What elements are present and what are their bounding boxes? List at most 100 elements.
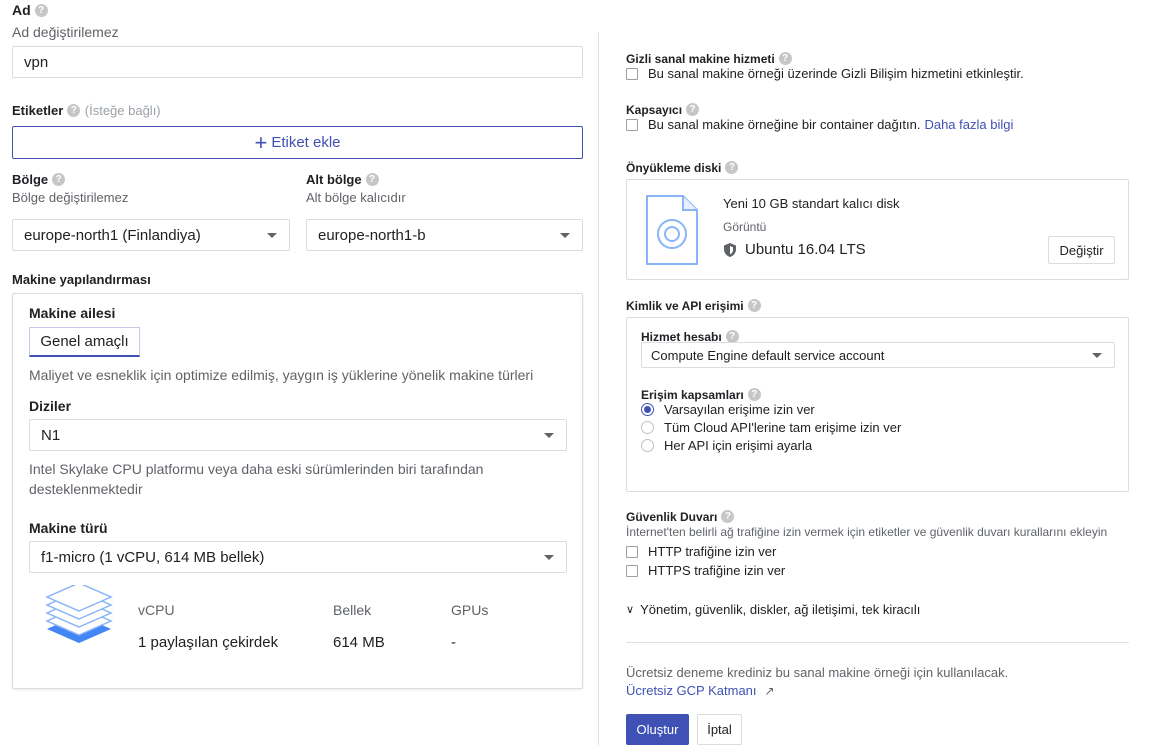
cancel-button[interactable]: İptal [697,714,742,745]
machine-type-select[interactable]: f1-micro (1 vCPU, 614 MB bellek) [29,541,567,573]
help-icon[interactable]: ? [747,388,761,402]
zone-select[interactable]: europe-north1-b [306,219,583,251]
add-label-button[interactable]: + Etiket ekle [12,126,583,159]
double-chevron-down-icon: ∨ [626,604,635,616]
scope-option-label: Tüm Cloud API'lerine tam erişime izin ve… [664,420,902,435]
disk-file-icon [646,195,698,265]
name-input[interactable]: vpn [12,46,583,78]
machine-stack-icon [45,585,113,643]
machine-family-desc: Maliyet ve esneklik için optimize edilmi… [29,367,534,383]
region-label: Bölge? [12,171,66,189]
create-button-label: Oluştur [636,722,679,737]
series-desc-line1: Intel Skylake CPU platformu veya daha es… [29,461,484,477]
add-label-text: Etiket ekle [271,134,341,151]
series-select[interactable]: N1 [29,419,567,451]
machine-type-value: f1-micro (1 vCPU, 614 MB bellek) [41,548,265,566]
container-checkbox-label: Bu sanal makine örneğine bir container d… [648,117,921,132]
firewall-desc: İnternet'ten belirli ağ trafiğine izin v… [626,525,1108,539]
memory-value: 614 MB [333,634,385,651]
free-tier-link-label: Ücretsiz GCP Katmanı [626,683,757,698]
memory-header: Bellek [333,602,372,618]
help-icon[interactable]: ? [725,161,739,175]
scope-option[interactable]: Varsayılan erişime izin ver [641,402,815,417]
help-icon[interactable]: ? [747,299,761,313]
free-trial-text: Ücretsiz deneme krediniz bu sanal makine… [626,665,1009,680]
name-label: Ad? [12,2,48,20]
help-icon[interactable]: ? [52,173,66,187]
learn-more-link[interactable]: Daha fazla bilgi [924,117,1013,132]
labels-label: Etiketler? (İsteğe bağlı) [12,103,161,118]
series-label: Diziler [29,398,72,414]
image-row: Ubuntu 16.04 LTS [723,241,866,258]
free-tier-link[interactable]: Ücretsiz GCP Katmanı ↗ [626,683,775,698]
identity-card: Hizmet hesabı? Compute Engine default se… [626,317,1129,492]
help-icon[interactable]: ? [686,103,700,117]
shield-icon [724,242,736,257]
zone-label: Alt bölge? [306,171,379,189]
image-value: Ubuntu 16.04 LTS [745,241,866,258]
boot-disk-label: Önyükleme diski? [626,159,739,177]
advanced-options-link[interactable]: ∨ Yönetim, güvenlik, diskler, ağ iletişi… [626,602,920,617]
help-icon[interactable]: ? [365,173,379,187]
scope-option[interactable]: Her API için erişimi ayarla [641,438,812,453]
series-value: N1 [41,426,61,444]
vcpu-value: 1 paylaşılan çekirdek [138,634,279,651]
external-link-icon: ↗ [764,683,775,698]
change-button-label: Değiştir [1059,242,1104,258]
scope-radio[interactable] [641,403,654,416]
help-icon[interactable]: ? [778,52,792,66]
tab-general-purpose[interactable]: Genel amaçlı [29,327,140,357]
column-divider [598,32,599,745]
region-select[interactable]: europe-north1 (Finlandiya) [12,219,290,251]
scope-radio[interactable] [641,421,654,434]
scope-option[interactable]: Tüm Cloud API'lerine tam erişime izin ve… [641,420,901,435]
divider [626,642,1129,643]
tab-general-purpose-label: Genel amaçlı [40,333,129,350]
machine-family-label: Makine ailesi [29,305,116,321]
zone-value: europe-north1-b [318,226,426,244]
dropdown-arrow-icon [544,554,554,560]
machine-config-title: Makine yapılandırması [12,272,151,287]
name-value: vpn [24,53,49,71]
container-checkbox-row[interactable]: Bu sanal makine örneğine bir container d… [626,117,1013,132]
http-checkbox-row[interactable]: HTTP trafiğine izin ver [626,544,776,559]
help-icon[interactable]: ? [67,104,81,118]
dropdown-arrow-icon [560,232,570,238]
advanced-options-label: Yönetim, güvenlik, diskler, ağ iletişimi… [640,602,921,617]
service-account-value: Compute Engine default service account [651,347,885,363]
image-label: Görüntü [723,220,767,234]
series-desc: Intel Skylake CPU platformu veya daha es… [29,459,483,499]
region-sublabel: Bölge değiştirilemez [12,190,129,205]
dropdown-arrow-icon [1092,352,1102,358]
gpus-header: GPUs [451,602,489,618]
change-button[interactable]: Değiştir [1048,236,1115,264]
vcpu-header: vCPU [138,602,175,618]
confidential-checkbox-row[interactable]: Bu sanal makine örneği üzerinde Gizli Bi… [626,66,1024,81]
dropdown-arrow-icon [544,432,554,438]
scope-option-label: Her API için erişimi ayarla [664,438,813,453]
machine-type-label: Makine türü [29,520,108,536]
https-checkbox-label: HTTPS trafiğine izin ver [648,563,786,578]
http-checkbox[interactable] [626,545,638,558]
optional-text: (İsteğe bağlı) [84,103,161,118]
container-checkbox[interactable] [626,118,638,131]
help-icon[interactable]: ? [34,4,48,18]
boot-disk-card: Yeni 10 GB standart kalıcı disk Görüntü … [626,179,1129,280]
scope-option-label: Varsayılan erişime izin ver [664,402,815,417]
identity-label: Kimlik ve API erişimi? [626,297,761,315]
create-button[interactable]: Oluştur [626,714,689,745]
machine-config-panel: Makine ailesi Genel amaçlı Maliyet ve es… [12,293,583,689]
help-icon[interactable]: ? [721,510,735,524]
firewall-label: Güvenlik Duvarı? [626,508,735,526]
region-value: europe-north1 (Finlandiya) [24,226,201,244]
confidential-checkbox[interactable] [626,67,638,80]
https-checkbox-row[interactable]: HTTPS trafiğine izin ver [626,563,785,578]
https-checkbox[interactable] [626,564,638,577]
service-account-select[interactable]: Compute Engine default service account [641,342,1115,368]
cancel-button-label: İptal [707,722,732,737]
gpus-value: - [451,634,456,651]
dropdown-arrow-icon [267,232,277,238]
scope-radio[interactable] [641,439,654,452]
confidential-checkbox-label: Bu sanal makine örneği üzerinde Gizli Bi… [648,66,1024,81]
series-desc-line2: desteklenmektedir [29,481,143,497]
